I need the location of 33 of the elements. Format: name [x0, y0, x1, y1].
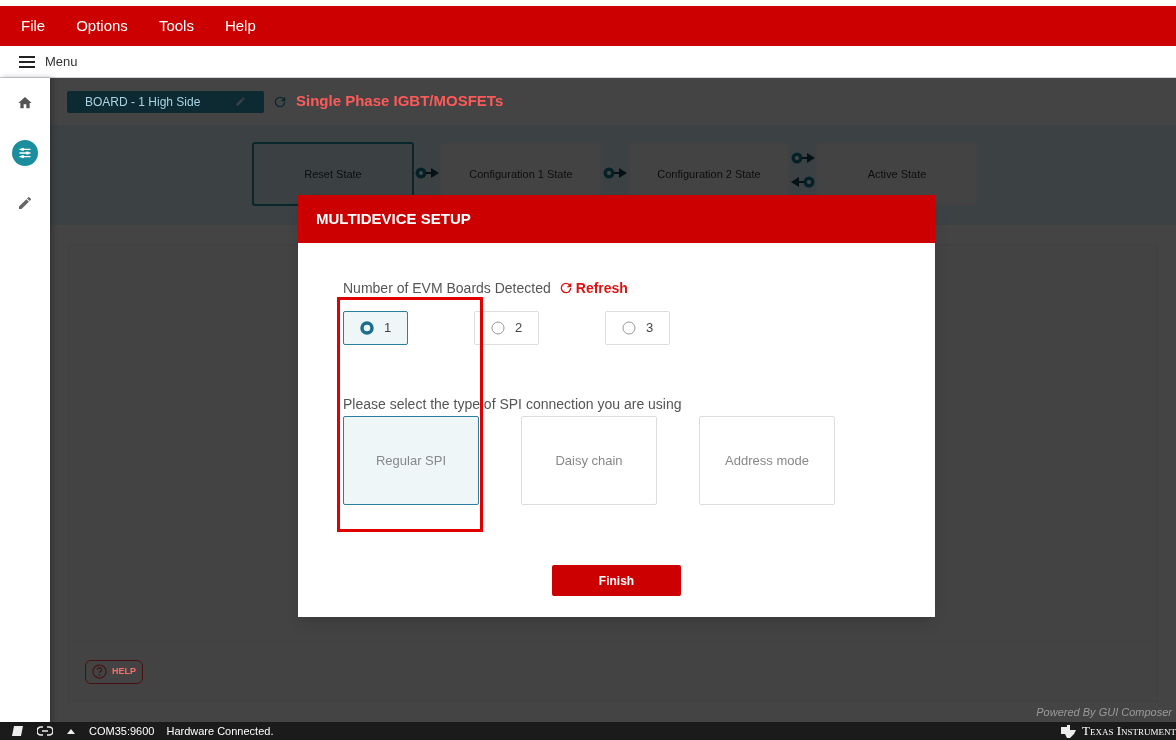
brand-text: Texas Instrument	[1081, 722, 1176, 740]
menu-icon[interactable]	[19, 55, 35, 68]
book-icon[interactable]	[12, 725, 24, 737]
boards-label: Number of EVM Boards Detected	[343, 278, 551, 298]
menu-label[interactable]: Menu	[45, 51, 78, 72]
spi-option-card[interactable]: Address mode	[699, 416, 835, 505]
spi-option-card[interactable]: Daisy chain	[521, 416, 657, 505]
menu-item[interactable]: File	[21, 14, 46, 38]
refresh-button[interactable]: Refresh	[557, 277, 628, 299]
sidebar-item[interactable]	[12, 140, 38, 166]
caret-up-icon[interactable]	[67, 728, 75, 734]
menu-item[interactable]: Help	[224, 14, 256, 38]
spi-label: Please select the type of SPI connection you are using	[343, 395, 683, 414]
menu-item[interactable]: Options	[76, 14, 128, 38]
radio-option[interactable]: 2	[474, 311, 539, 345]
pencil-icon	[17, 195, 33, 211]
radio-icon	[622, 321, 636, 335]
board-name: BOARD - 1 High Side	[85, 93, 201, 111]
link-icon[interactable]	[37, 726, 53, 736]
status-message: Hardware Connected.	[166, 723, 274, 739]
port-text: COM35:9600	[89, 723, 155, 739]
powered-by-text: Powered By GUI Composer	[1036, 704, 1172, 720]
radio-checked-icon	[360, 321, 374, 335]
home-icon	[17, 95, 33, 111]
spi-option-card[interactable]: Regular SPI	[343, 416, 479, 505]
logo-icon	[1059, 724, 1077, 738]
page-title: Single Phase IGBT/MOSFETs	[296, 91, 504, 112]
radio-option[interactable]: 3	[605, 311, 670, 345]
dialog-title: MULTIDEVICE SETUP	[316, 208, 471, 229]
radio-icon	[491, 321, 505, 335]
finish-button[interactable]: Finish	[552, 565, 681, 596]
menu-item[interactable]: Tools	[158, 14, 194, 38]
radio-option[interactable]: 1	[343, 311, 408, 345]
